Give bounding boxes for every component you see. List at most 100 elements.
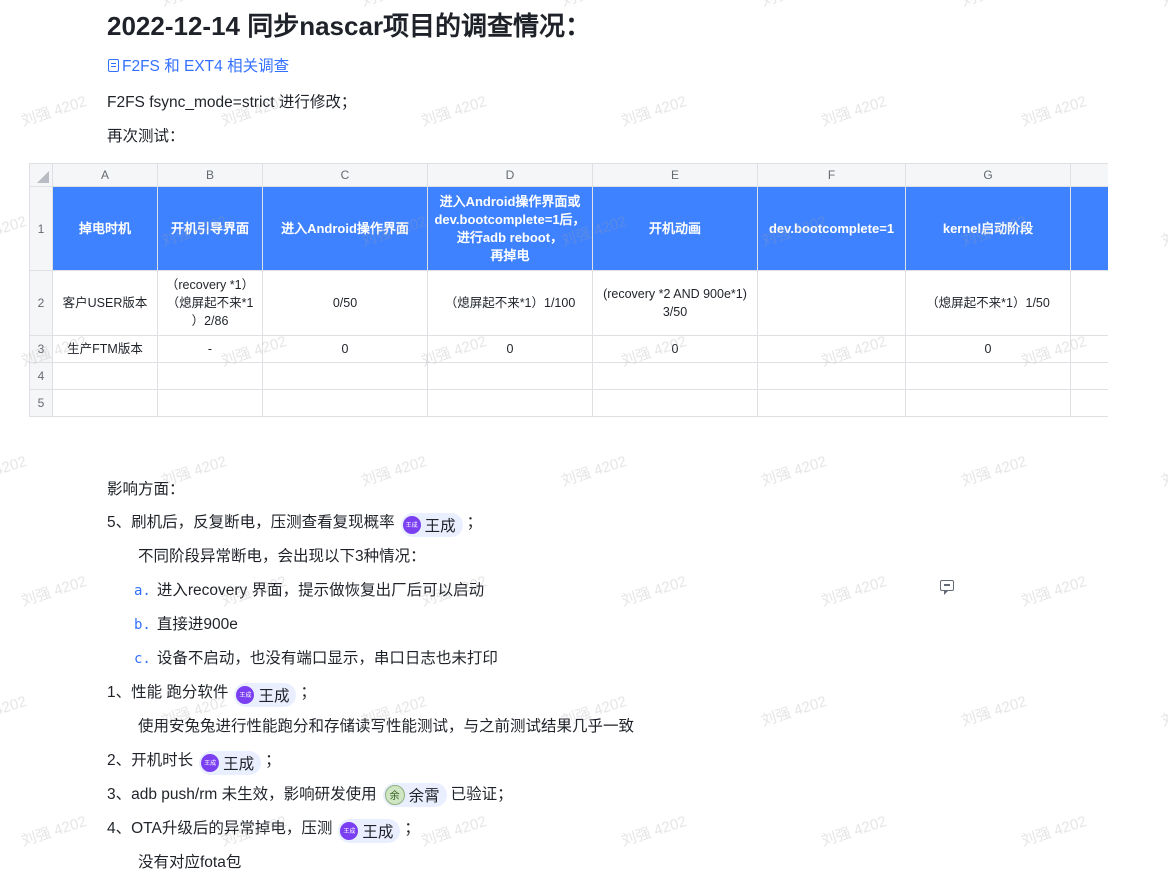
table-row: 2 客户USER版本 （recovery *1） （熄屏起不来*1 ）2/86 0/… — [29, 270, 1108, 336]
column-header[interactable]: G — [905, 163, 1071, 187]
table-cell[interactable] — [52, 362, 158, 390]
table-cell[interactable]: 0 — [427, 335, 593, 363]
watermark: 刘强 4202 — [19, 572, 89, 610]
case-letter: a. — [134, 583, 151, 599]
table-cell[interactable] — [427, 362, 593, 390]
comment-icon[interactable] — [940, 580, 954, 595]
cell-line: dev.bootcomplete=1后， — [434, 211, 586, 227]
cell-line: 进入Android操作界面 — [281, 220, 409, 236]
avatar: 王成 — [236, 685, 255, 704]
impact-item-5: 5、刷机后，反复断电，压测查看复现概率 王成 王成； — [107, 510, 482, 537]
watermark: 刘强 4202 — [19, 92, 89, 130]
header-cell[interactable]: 开机动画 — [592, 186, 758, 271]
mention-chip[interactable]: 余余霄 — [382, 782, 447, 807]
header-cell[interactable]: 进入Android操作界面 — [262, 186, 428, 271]
table-cell[interactable]: 0 — [905, 335, 1071, 363]
column-header-row: A B C D E F G — [29, 163, 1108, 187]
header-cell[interactable]: 掉电时机 — [52, 186, 158, 271]
watermark: 刘强 4202 — [959, 452, 1029, 490]
table-cell[interactable] — [52, 389, 158, 417]
table-cell[interactable] — [262, 362, 428, 390]
spreadsheet-table[interactable]: A B C D E F G 1 掉电时机 开机引导界面 进入Android操作界… — [29, 163, 1108, 417]
paragraph-fsync: F2FS fsync_mode=strict 进行修改； — [107, 94, 357, 111]
table-cell[interactable] — [905, 362, 1071, 390]
mention-chip[interactable]: 王成 王成 — [400, 512, 463, 537]
column-header[interactable]: D — [427, 163, 593, 187]
case-item: c. 设备不启动，也没有端口显示，串口日志也未打印 — [134, 646, 498, 668]
table-cell[interactable]: （熄屏起不来*1）1/50 — [905, 270, 1071, 336]
table-cell[interactable]: - — [157, 335, 263, 363]
doc-link-label: F2FS 和 EXT4 相关调查 — [122, 58, 290, 75]
cell-line: 进入Android操作界面或 — [439, 193, 581, 209]
mention-name: 王成 — [424, 517, 456, 535]
case-text: 进入recovery 界面，提示做恢复出厂后可以启动 — [156, 582, 485, 599]
item-text: 2、开机时长 — [107, 752, 194, 769]
corner-triangle-icon — [37, 171, 49, 183]
table-cell[interactable]: 0 — [262, 335, 428, 363]
table-cell[interactable]: (recovery *2 AND 900e*1) 3/50 — [592, 270, 758, 336]
table-cell[interactable] — [427, 389, 593, 417]
table-cell[interactable] — [905, 389, 1071, 417]
cell-line: （熄屏起不来*1）1/50 — [926, 296, 1050, 310]
table-cell-overflow — [1070, 335, 1108, 363]
table-cell[interactable]: 生产FTM版本 — [52, 335, 158, 363]
row-header[interactable]: 2 — [29, 270, 53, 336]
table-cell[interactable] — [592, 389, 758, 417]
table-cell[interactable] — [757, 362, 906, 390]
watermark: 刘强 4202 — [1019, 92, 1089, 130]
column-header-overflow — [1070, 163, 1108, 187]
row-header[interactable]: 4 — [29, 362, 53, 390]
row-header[interactable]: 5 — [29, 389, 53, 417]
case-text: 设备不启动，也没有端口显示，串口日志也未打印 — [156, 650, 498, 667]
cell-line: （熄屏起不来*1）1/100 — [444, 296, 576, 310]
watermark: 刘强 4202 — [819, 572, 889, 610]
table-cell[interactable] — [592, 362, 758, 390]
table-cell[interactable]: 客户USER版本 — [52, 270, 158, 336]
table-cell[interactable]: 0/50 — [262, 270, 428, 336]
column-header[interactable]: C — [262, 163, 428, 187]
table-cell[interactable] — [757, 270, 906, 336]
mention-chip[interactable]: 王成 王成 — [199, 750, 262, 775]
watermark: 刘强 4202 — [0, 0, 29, 11]
cell-line: 0 — [341, 342, 349, 356]
table-cell[interactable]: 0 — [592, 335, 758, 363]
header-cell[interactable]: kernel启动阶段 — [905, 186, 1071, 271]
case-text: 直接进900e — [156, 616, 238, 633]
table-cell[interactable] — [757, 335, 906, 363]
cell-line: 生产FTM版本 — [67, 342, 143, 356]
mention-chip[interactable]: 王成 王成 — [234, 682, 297, 707]
mention-chip[interactable]: 王成 王成 — [338, 818, 401, 843]
watermark: 刘强 4202 — [759, 452, 829, 490]
doc-icon — [108, 58, 119, 72]
cell-line: 0/50 — [332, 296, 358, 310]
doc-link[interactable]: F2FS 和 EXT4 相关调查 — [108, 54, 289, 76]
case-item: b. 直接进900e — [134, 612, 238, 634]
column-header[interactable]: A — [52, 163, 158, 187]
column-header[interactable]: B — [157, 163, 263, 187]
table-cell[interactable]: （熄屏起不来*1）1/100 — [427, 270, 593, 336]
table-cell[interactable]: （recovery *1） （熄屏起不来*1 ）2/86 — [157, 270, 263, 336]
watermark: 刘强 4202 — [758, 0, 829, 11]
header-cell[interactable]: 进入Android操作界面或 dev.bootcomplete=1后， 进行adb … — [427, 186, 593, 271]
watermark: 刘强 4202 — [1158, 0, 1168, 11]
row-header[interactable]: 3 — [29, 335, 53, 363]
row-header[interactable]: 1 — [29, 186, 53, 271]
watermark: 刘强 4202 — [419, 812, 489, 850]
item-suffix: ； — [404, 820, 420, 837]
header-cell[interactable]: 开机引导界面 — [157, 186, 263, 271]
watermark: 刘强 4202 — [619, 92, 689, 130]
table-cell[interactable] — [157, 389, 263, 417]
cell-line: 开机动画 — [648, 220, 701, 236]
cell-line: 开机引导界面 — [170, 220, 249, 236]
table-cell[interactable] — [262, 389, 428, 417]
impact-item-4: 4、OTA升级后的异常掉电，压测 王成 王成； — [107, 816, 420, 843]
header-cell[interactable]: dev.bootcomplete=1 — [757, 186, 906, 271]
watermark: 刘强 4202 — [359, 452, 429, 490]
column-header[interactable]: F — [757, 163, 906, 187]
table-cell[interactable] — [157, 362, 263, 390]
item-suffix: ； — [300, 684, 316, 701]
select-all-corner[interactable] — [29, 163, 53, 187]
case-letter: b. — [134, 617, 151, 633]
column-header[interactable]: E — [592, 163, 758, 187]
table-cell[interactable] — [757, 389, 906, 417]
